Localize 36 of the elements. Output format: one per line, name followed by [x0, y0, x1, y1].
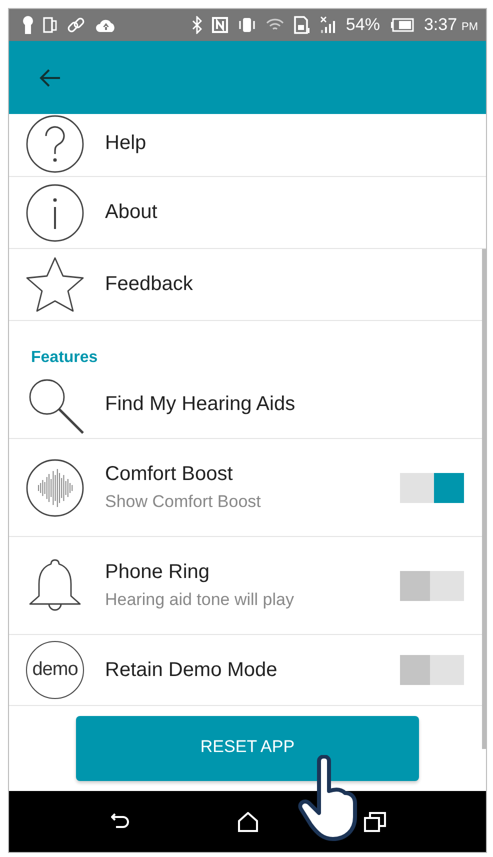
demo-badge-icon: demo — [26, 641, 84, 699]
vibrate-icon — [238, 17, 256, 33]
setting-description: Show Comfort Boost — [105, 492, 262, 512]
section-header: Features — [31, 349, 98, 367]
setting-label[interactable]: Help — [105, 132, 464, 154]
toggle-switch[interactable] — [400, 655, 464, 685]
recents-icon — [364, 812, 386, 832]
question-mark-icon — [25, 114, 85, 174]
setting-label[interactable]: Phone Ring — [105, 561, 400, 584]
setting-label[interactable]: Find My Hearing Aids — [105, 393, 464, 416]
star-icon — [25, 254, 85, 314]
link-icon — [67, 16, 85, 34]
nfc-icon — [212, 17, 228, 33]
cloud-upload-icon — [95, 17, 117, 33]
bluetooth-icon — [192, 16, 202, 34]
back-icon — [111, 812, 131, 830]
info-icon — [25, 182, 85, 242]
keyhole-icon — [23, 16, 33, 34]
toggle-switch[interactable] — [400, 570, 464, 600]
setting-label[interactable]: Feedback — [105, 273, 464, 296]
sim-card-icon — [294, 16, 310, 34]
setting-description: Hearing aid tone will play — [105, 590, 295, 610]
setting-label[interactable]: Retain Demo Mode — [105, 658, 400, 682]
setting-label[interactable]: Comfort Boost — [105, 463, 400, 486]
clock-meridiem: PM — [462, 21, 478, 33]
signal-icon — [320, 16, 336, 34]
toggle-switch[interactable] — [400, 472, 464, 502]
sound-wave-icon — [25, 458, 85, 518]
phone-icon — [43, 17, 57, 33]
setting-label[interactable]: About — [105, 201, 464, 224]
reset-app-button[interactable]: RESET APP — [76, 716, 419, 781]
battery-percent: 54% — [346, 15, 380, 35]
back-arrow-icon — [39, 68, 61, 86]
battery-icon — [390, 18, 414, 32]
home-icon — [236, 812, 258, 832]
clock-time: 3:37 — [424, 15, 458, 34]
